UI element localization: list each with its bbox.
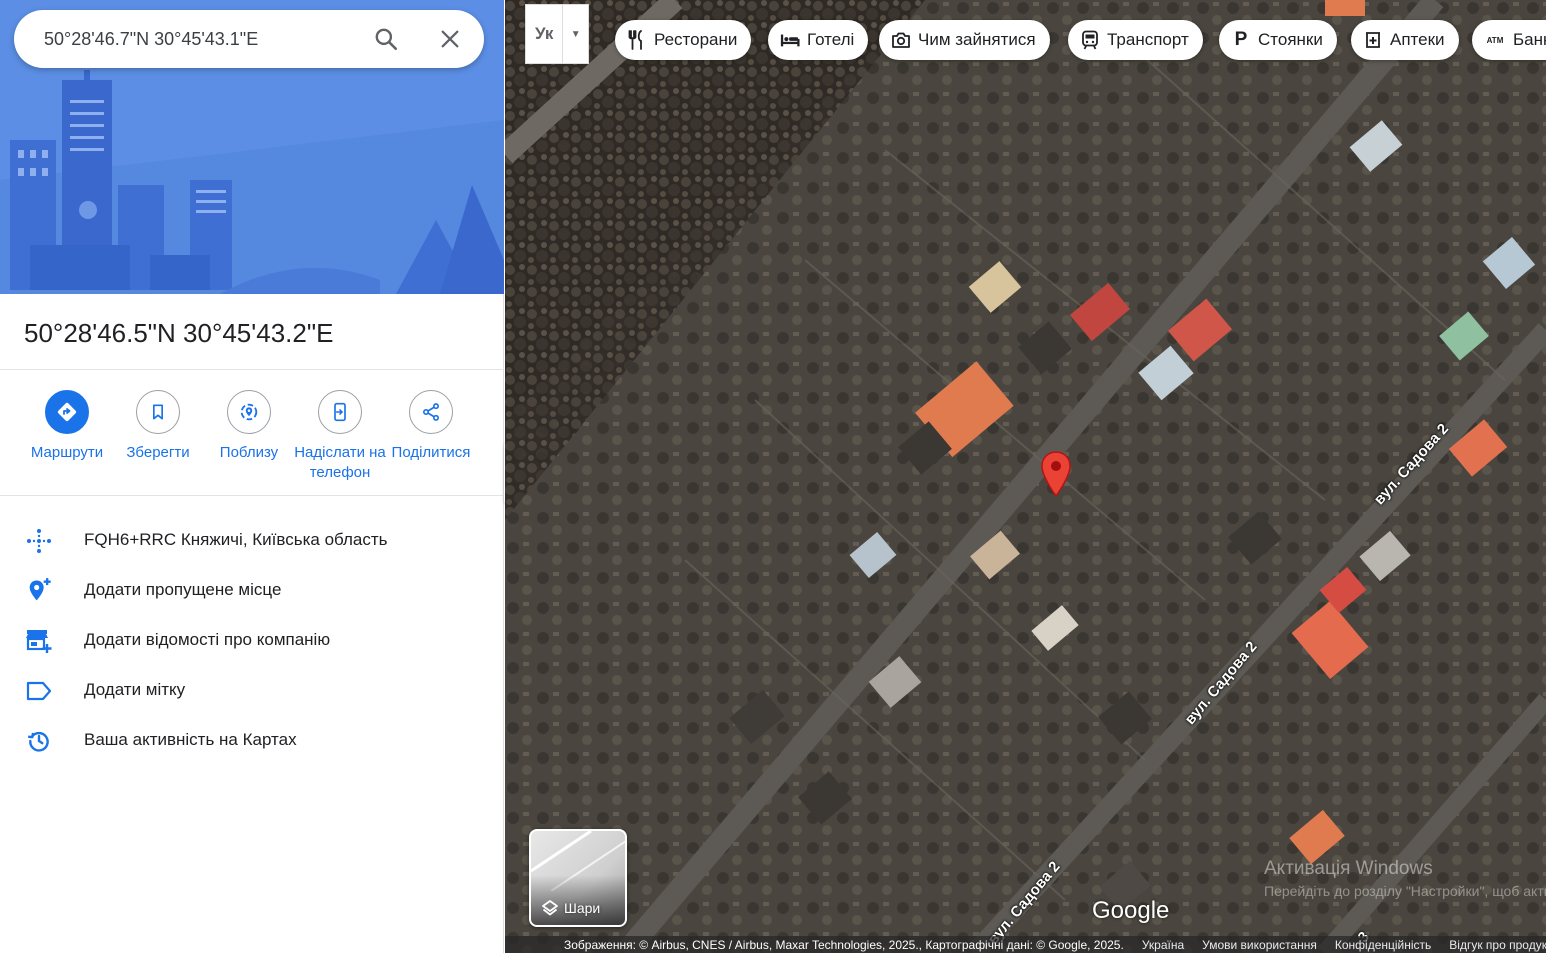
chip-label: Чим зайнятися — [918, 30, 1036, 49]
add-place-icon — [29, 578, 51, 601]
privacy-link[interactable]: Конфіденційність — [1335, 938, 1431, 952]
terms-link[interactable]: Умови використання — [1202, 938, 1317, 952]
add-place-icon-wrap — [24, 578, 54, 604]
language-code: Ук — [526, 4, 564, 64]
share-circle — [409, 390, 453, 434]
divider — [0, 369, 504, 370]
feedback-link[interactable]: Відгук про продукт — [1449, 938, 1546, 952]
share-button[interactable]: Поділитися — [381, 390, 481, 463]
windows-activation-title: Активація Windows — [1264, 858, 1433, 879]
chip-label: Транспорт — [1107, 30, 1189, 49]
country-link[interactable]: Україна — [1142, 938, 1184, 952]
add-label-text: Додати мітку — [84, 680, 186, 699]
directions-icon — [57, 402, 77, 422]
send-to-phone-label: Надіслати на телефон — [294, 444, 386, 481]
nearby-label: Поблизу — [219, 444, 279, 461]
chip-things-to-do[interactable]: Чим зайнятися — [879, 20, 1050, 60]
chip-restaurants[interactable]: Ресторани — [615, 20, 752, 60]
plus-code-text: FQH6+RRC Княжичі, Київська область — [84, 530, 388, 549]
nearby-icon — [240, 403, 258, 421]
history-icon-wrap — [24, 728, 54, 754]
chip-label: Стоянки — [1258, 30, 1323, 49]
layers-button[interactable]: Шари — [529, 829, 627, 927]
side-panel: 50°28'46.5"N 30°45'43.2"E Маршрути Збере… — [0, 0, 504, 953]
nearby-circle — [227, 390, 271, 434]
maps-activity-text: Ваша активність на Картах — [84, 730, 297, 749]
layers-label: Шари — [564, 900, 601, 916]
pharmacy-icon — [1363, 30, 1383, 50]
share-label: Поділитися — [391, 444, 471, 461]
chip-banks[interactable]: ATM Банк — [1472, 20, 1546, 60]
bookmark-icon — [153, 404, 163, 420]
camera-icon — [891, 30, 911, 50]
transit-icon — [1080, 30, 1100, 50]
chip-hotels[interactable]: Готелі — [768, 20, 869, 60]
chevron-down-icon: ▼ — [570, 28, 581, 40]
history-icon — [28, 731, 49, 752]
add-label-row[interactable]: Додати мітку — [0, 665, 504, 715]
chip-label: Готелі — [807, 30, 855, 49]
search-button[interactable] — [371, 24, 401, 54]
place-title: 50°28'46.5"N 30°45'43.2"E — [24, 318, 334, 348]
chip-label: Банк — [1513, 30, 1546, 49]
action-bar: Маршрути Зберегти Поблизу Надіслати на т… — [0, 390, 504, 490]
maps-activity-row[interactable]: Ваша активність на Картах — [0, 715, 504, 765]
send-to-phone-circle — [318, 390, 362, 434]
save-button[interactable]: Зберегти — [108, 390, 208, 463]
google-logo: Google — [1092, 897, 1170, 924]
close-icon — [441, 30, 459, 48]
restaurant-icon — [627, 30, 647, 50]
add-missing-place-text: Додати пропущене місце — [84, 580, 282, 599]
chip-transit[interactable]: Транспорт — [1068, 20, 1203, 60]
save-label: Зберегти — [126, 444, 190, 461]
send-to-phone-icon — [334, 402, 346, 422]
map-footer: Зображення: © Airbus, CNES / Airbus, Max… — [505, 936, 1546, 953]
add-business-icon-wrap — [24, 628, 54, 654]
hotel-icon — [780, 30, 800, 50]
add-business-row[interactable]: Додати відомості про компанію — [0, 615, 504, 665]
search-icon — [375, 28, 398, 51]
directions-circle — [45, 390, 89, 434]
parking-icon: P — [1234, 29, 1248, 50]
save-circle — [136, 390, 180, 434]
add-business-icon — [26, 630, 52, 653]
label-icon-wrap — [24, 678, 54, 704]
info-list: FQH6+RRC Княжичі, Київська область Додат… — [0, 515, 504, 765]
plus-code-icon-wrap — [24, 528, 54, 554]
layers-label-wrap: Шари — [541, 899, 600, 917]
divider — [0, 495, 504, 496]
location-pin-icon[interactable] — [1039, 450, 1073, 498]
imagery-attribution: Зображення: © Airbus, CNES / Airbus, Max… — [564, 937, 1124, 952]
search-input[interactable] — [44, 28, 364, 50]
send-to-phone-button[interactable]: Надіслати на телефон — [290, 390, 390, 483]
label-icon — [26, 681, 52, 701]
nearby-button[interactable]: Поблизу — [199, 390, 299, 463]
atm-icon: ATM — [1486, 35, 1504, 45]
plus-code-row[interactable]: FQH6+RRC Княжичі, Київська область — [0, 515, 504, 565]
chip-label: Аптеки — [1390, 30, 1445, 49]
satellite-map[interactable]: вул. Садова 2 вул. Садова 2 вул. Садова … — [505, 0, 1546, 953]
chip-label: Ресторани — [654, 30, 738, 49]
add-business-text: Додати відомості про компанію — [84, 630, 331, 649]
chip-parking[interactable]: P Стоянки — [1219, 20, 1337, 60]
windows-activation-text: Перейдіть до розділу "Настройки", щоб ак… — [1264, 883, 1546, 899]
directions-label: Маршрути — [30, 444, 104, 461]
plus-code-icon — [27, 529, 51, 553]
directions-button[interactable]: Маршрути — [17, 390, 117, 463]
search-box[interactable] — [14, 10, 484, 68]
clear-search-button[interactable] — [435, 24, 465, 54]
share-icon — [423, 403, 439, 421]
language-picker[interactable]: Ук ▼ — [525, 4, 589, 64]
layers-icon — [542, 900, 558, 916]
add-missing-place-row[interactable]: Додати пропущене місце — [0, 565, 504, 615]
chip-pharmacies[interactable]: Аптеки — [1351, 20, 1459, 60]
